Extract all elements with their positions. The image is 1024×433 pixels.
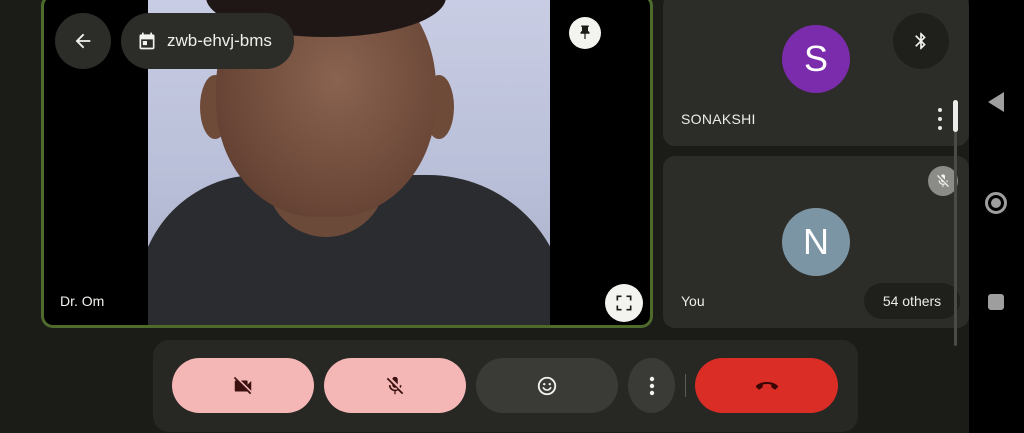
more-options-button[interactable] xyxy=(628,358,675,413)
calendar-icon xyxy=(139,32,155,50)
more-vert-icon xyxy=(649,376,654,395)
system-recents-icon[interactable] xyxy=(988,294,1004,310)
back-button[interactable] xyxy=(55,13,111,69)
pin-button[interactable] xyxy=(569,17,601,49)
fullscreen-button[interactable] xyxy=(605,284,643,322)
avatar: N xyxy=(782,208,850,276)
self-participant-name: You xyxy=(681,293,705,309)
scrollbar-thumb[interactable] xyxy=(953,100,958,132)
controls-divider xyxy=(685,374,686,397)
mic-off-icon xyxy=(386,376,404,394)
system-navigation-bar xyxy=(969,0,1024,433)
fullscreen-icon xyxy=(616,295,632,311)
emoji-icon xyxy=(537,376,557,395)
bluetooth-audio-button[interactable] xyxy=(893,13,949,69)
mic-off-icon xyxy=(937,174,949,187)
others-count-button[interactable]: 54 others xyxy=(864,283,960,319)
bluetooth-icon xyxy=(915,32,926,50)
participant-name: SONAKSHI xyxy=(681,111,756,127)
reactions-button[interactable] xyxy=(476,358,618,413)
toggle-camera-button[interactable] xyxy=(172,358,314,413)
meet-call-screen: zwb-ehvj-bms Dr. Om S SONAKSHI N You 54 … xyxy=(0,0,1024,433)
main-participant-name: Dr. Om xyxy=(60,293,105,309)
camera-off-icon xyxy=(233,376,252,394)
toggle-microphone-button[interactable] xyxy=(324,358,466,413)
arrow-back-icon xyxy=(75,33,91,49)
meeting-code-chip[interactable]: zwb-ehvj-bms xyxy=(121,13,294,69)
avatar: S xyxy=(782,25,850,93)
system-back-icon[interactable] xyxy=(988,92,1004,112)
end-call-button[interactable] xyxy=(695,358,838,413)
participant-options-button[interactable] xyxy=(932,108,948,130)
system-home-icon[interactable] xyxy=(985,192,1007,214)
participant-list-scrollbar[interactable] xyxy=(954,100,957,346)
call-end-icon xyxy=(755,381,778,390)
meeting-code: zwb-ehvj-bms xyxy=(167,31,272,50)
pin-icon xyxy=(580,25,590,39)
